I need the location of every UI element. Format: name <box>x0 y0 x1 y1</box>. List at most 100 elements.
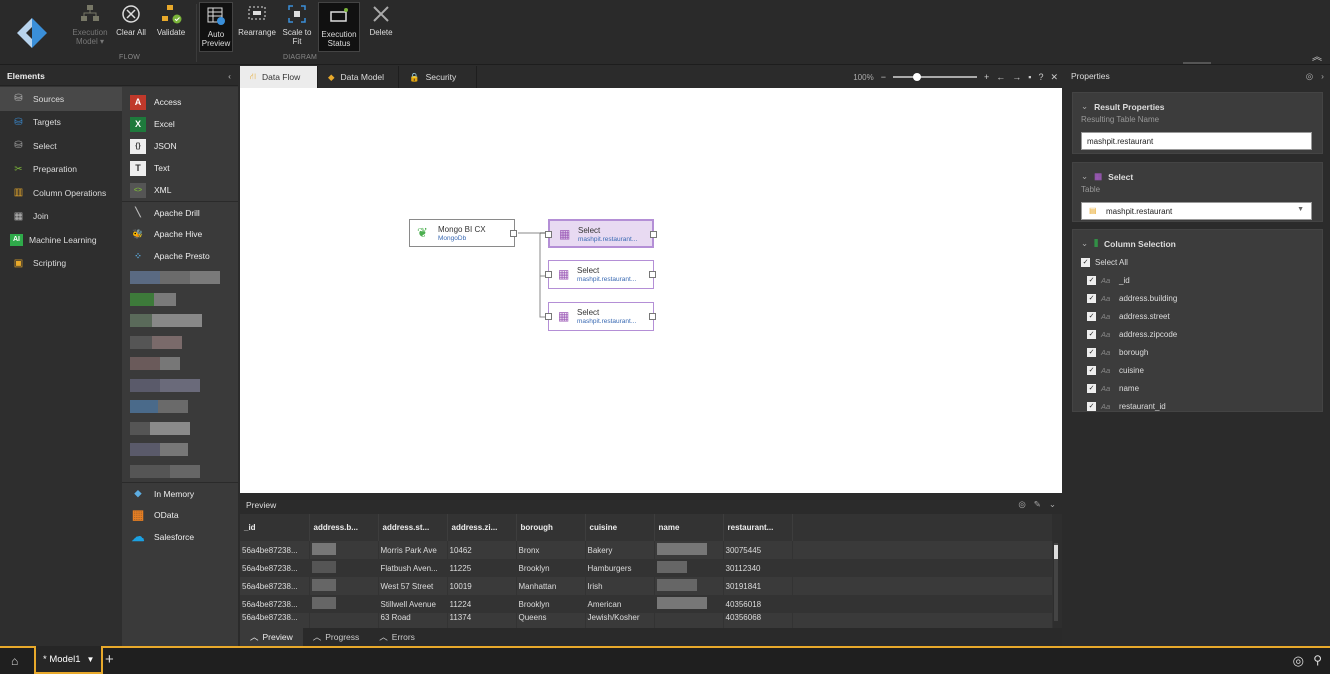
cell: Manhattan <box>516 577 586 595</box>
auto-preview-button[interactable]: Auto Preview <box>199 2 233 52</box>
home-icon[interactable]: ⌂ <box>11 654 18 668</box>
output-port[interactable] <box>510 230 517 237</box>
search-icon[interactable]: ⚲ <box>1313 653 1322 667</box>
category-select[interactable]: ⛁ Select <box>0 134 122 158</box>
table-select[interactable]: ▤ mashpit.restaurant ▼ <box>1081 202 1312 220</box>
source-apache-hive[interactable]: 🐝 Apache Hive <box>122 223 238 245</box>
column-checkbox[interactable]: ✓ Aa name <box>1073 379 1322 397</box>
database-icon: ⛁ <box>14 93 23 105</box>
select-node-2[interactable]: ▦ Select mashpit.restaurant... <box>545 260 656 289</box>
category-column-operations[interactable]: ▥ Column Operations <box>0 181 122 205</box>
redo-icon[interactable]: → <box>1012 72 1021 82</box>
column-header[interactable]: address.st... <box>378 514 448 541</box>
input-port[interactable] <box>545 271 552 278</box>
column-header[interactable]: _id <box>240 514 310 541</box>
source-label: Text <box>154 163 170 173</box>
column-header[interactable]: address.zi... <box>447 514 517 541</box>
execution-status-button[interactable]: Execution Status <box>318 2 360 52</box>
collapse-ribbon-icon[interactable]: ︽ <box>1312 48 1322 63</box>
column-header[interactable]: borough <box>516 514 586 541</box>
column-checkbox[interactable]: ✓ Aa restaurant_id <box>1073 397 1322 415</box>
add-tab-button[interactable]: + <box>105 651 114 668</box>
mongo-source-node[interactable]: ❦ Mongo BI CX MongoDb <box>409 219 517 247</box>
eye-icon[interactable]: ◎ <box>1018 499 1025 510</box>
column-header[interactable]: name <box>654 514 724 541</box>
column-checkbox[interactable]: ✓ Aa cuisine <box>1073 361 1322 379</box>
source-text[interactable]: T Text <box>122 157 238 179</box>
pin-icon[interactable]: ✎ <box>1034 499 1041 510</box>
source-salesforce[interactable]: ☁ Salesforce <box>122 526 238 548</box>
undo-icon[interactable]: ← <box>996 72 1005 82</box>
model-tab[interactable]: * Model1 ▼ <box>34 646 104 674</box>
chevron-right-icon[interactable]: › <box>1321 71 1324 82</box>
select-all-checkbox[interactable]: ✓ Select All <box>1073 253 1322 271</box>
zoom-slider[interactable] <box>892 73 977 81</box>
category-targets[interactable]: ⛁ Targets <box>0 111 122 135</box>
result-table-name-input[interactable]: mashpit.restaurant <box>1081 132 1312 150</box>
execution-model-button[interactable]: Execution Model ▾ <box>70 3 110 46</box>
scale-to-fit-button[interactable]: Scale to Fit <box>281 3 313 46</box>
help-icon[interactable]: ? <box>1038 72 1043 82</box>
table-row[interactable]: 56a4be87238... West 57 Street 10019 Manhatt… <box>240 577 1053 595</box>
app-logo[interactable] <box>0 0 64 65</box>
dropdown-arrow-icon[interactable]: ▼ <box>87 655 95 664</box>
tab-progress[interactable]: ︿ Progress <box>303 628 370 646</box>
settings-icon[interactable]: ◎ <box>1293 653 1304 669</box>
zoom-out-icon[interactable]: − <box>881 72 886 82</box>
table-row[interactable]: 56a4be87238... Morris Park Ave 10462 Bronx B… <box>240 541 1053 559</box>
tab-security[interactable]: 🔒 Security <box>399 66 477 88</box>
chevron-up-icon: ︿ <box>250 632 259 642</box>
output-port[interactable] <box>649 313 656 320</box>
source-odata[interactable]: ▦ OData <box>122 504 238 526</box>
tab-preview[interactable]: ︿ Preview <box>240 628 303 646</box>
tab-errors[interactable]: ︿ Errors <box>369 628 425 646</box>
validate-button[interactable]: Validate <box>154 3 188 37</box>
rearrange-button[interactable]: Rearrange <box>238 3 276 37</box>
chevron-down-icon[interactable]: ⌄ <box>1049 499 1056 510</box>
source-access[interactable]: A Access <box>122 91 238 113</box>
input-port[interactable] <box>545 231 552 238</box>
column-header[interactable]: restaurant... <box>723 514 793 541</box>
clear-all-button[interactable]: Clear All <box>114 3 148 37</box>
zoom-in-icon[interactable]: + <box>984 72 989 82</box>
section-header[interactable]: ⌄ ▦ Select <box>1073 163 1322 182</box>
input-port[interactable] <box>545 313 552 320</box>
data-flow-canvas[interactable]: ❦ Mongo BI CX MongoDb ▦ Select mashpit.r… <box>240 88 1062 493</box>
splitter-handle[interactable] <box>1183 62 1211 64</box>
source-xml[interactable]: <> XML <box>122 179 238 201</box>
select-node-1[interactable]: ▦ Select mashpit.restaurant... <box>545 219 657 248</box>
select-node-3[interactable]: ▦ Select mashpit.restaurant... <box>545 302 656 331</box>
source-apache-presto[interactable]: ⁘ Apache Presto <box>122 245 238 267</box>
column-checkbox[interactable]: ✓ Aa _id <box>1073 271 1322 289</box>
tab-data-model[interactable]: ◆ Data Model <box>318 66 399 88</box>
column-header[interactable]: address.b... <box>309 514 379 541</box>
source-in-memory[interactable]: ◆ In Memory <box>122 482 238 504</box>
tab-data-flow[interactable]: ⛙ Data Flow <box>240 66 318 88</box>
column-checkbox[interactable]: ✓ Aa borough <box>1073 343 1322 361</box>
column-header[interactable]: cuisine <box>585 514 655 541</box>
category-preparation[interactable]: ✂ Preparation <box>0 158 122 182</box>
column-checkbox[interactable]: ✓ Aa address.street <box>1073 307 1322 325</box>
collapse-panel-icon[interactable]: ‹ <box>228 71 231 81</box>
save-icon[interactable]: ▪ <box>1028 72 1031 82</box>
close-icon[interactable]: ✕ <box>1050 72 1058 83</box>
output-port[interactable] <box>649 271 656 278</box>
category-machine-learning[interactable]: AI Machine Learning <box>0 228 122 252</box>
source-excel[interactable]: X Excel <box>122 113 238 135</box>
delete-button[interactable]: Delete <box>366 3 396 37</box>
vertical-scrollbar[interactable] <box>1054 543 1058 621</box>
table-row[interactable]: 56a4be87238... Stillwell Avenue 11224 Brook… <box>240 595 1053 613</box>
table-row[interactable]: 56a4be87238... Flatbush Aven... 11225 Brook… <box>240 559 1053 577</box>
output-port[interactable] <box>650 231 657 238</box>
column-checkbox[interactable]: ✓ Aa address.zipcode <box>1073 325 1322 343</box>
text-icon: T <box>130 160 146 176</box>
column-checkbox[interactable]: ✓ Aa address.building <box>1073 289 1322 307</box>
category-join[interactable]: ▦ Join <box>0 205 122 229</box>
category-scripting[interactable]: ▣ Scripting <box>0 252 122 276</box>
eye-icon[interactable]: ◎ <box>1306 71 1313 82</box>
source-apache-drill[interactable]: ╲ Apache Drill <box>122 201 238 223</box>
category-sources[interactable]: ⛁ Sources <box>0 87 122 111</box>
section-header[interactable]: ⌄ ⫼ Column Selection <box>1073 230 1322 253</box>
source-json[interactable]: {} JSON <box>122 135 238 157</box>
section-header[interactable]: ⌄ Result Properties <box>1073 93 1322 112</box>
